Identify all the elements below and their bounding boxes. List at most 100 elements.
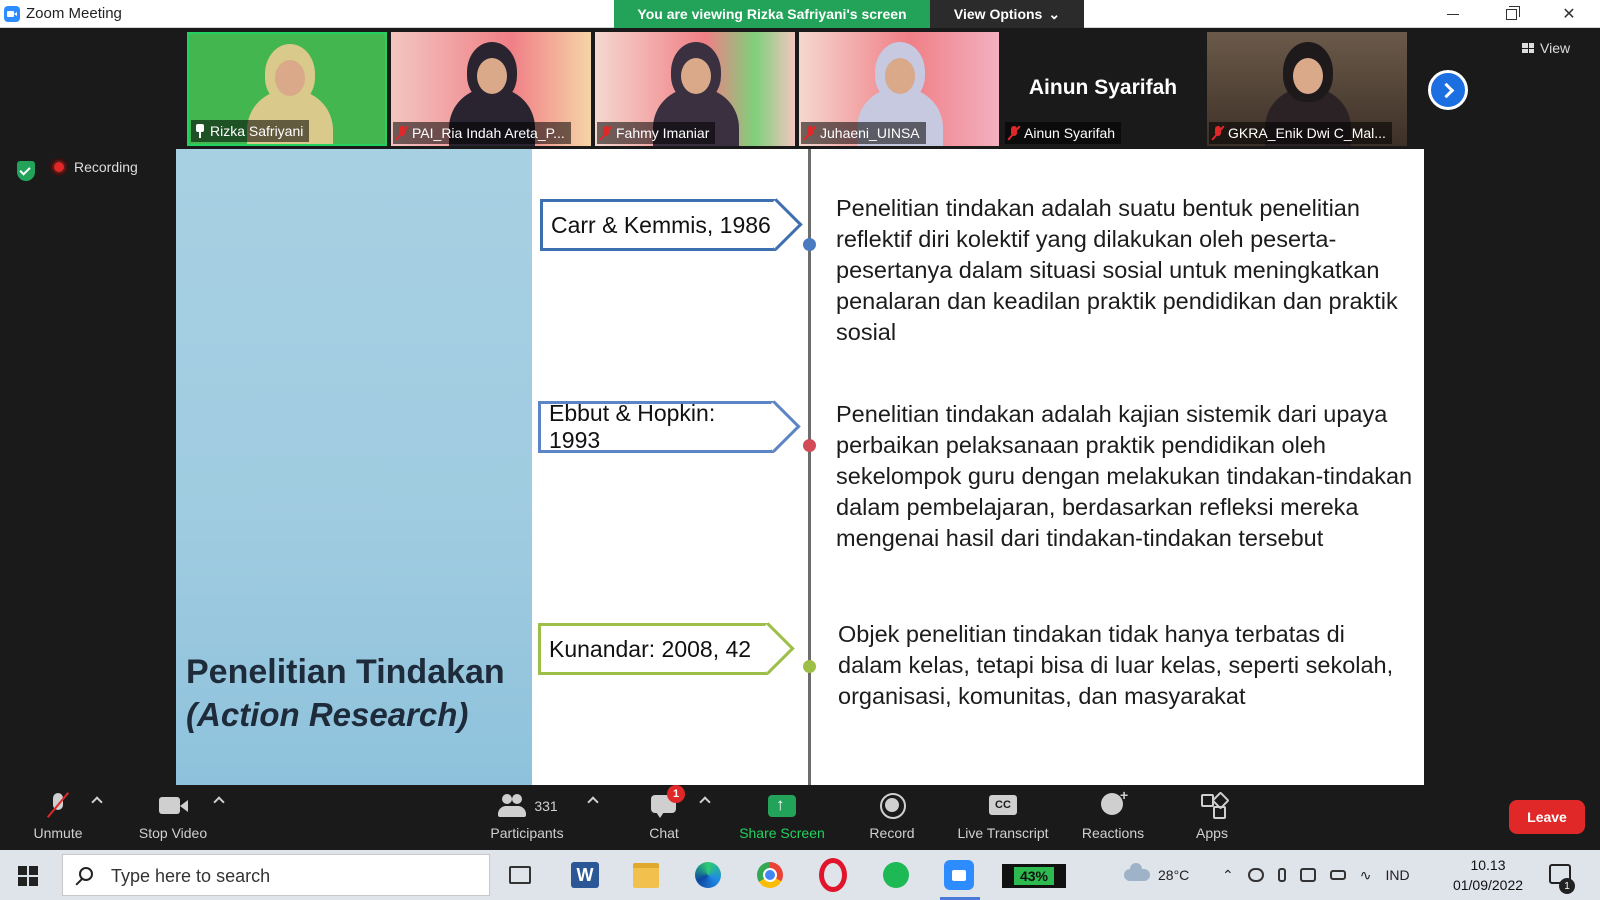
wifi-icon[interactable]: ∿ <box>1360 867 1372 884</box>
share-screen-button[interactable]: Share Screen <box>732 786 832 850</box>
opera-browser-icon[interactable] <box>815 857 851 893</box>
notification-count-badge: 1 <box>1559 878 1575 894</box>
participant-name: Rizka Safriyani <box>210 123 304 139</box>
participant-strip: Rizka Safriyani PAI_Ria Indah Areta_P... <box>187 32 1407 146</box>
participant-name-tag: Fahmy Imaniar <box>597 122 716 144</box>
reference-label: Ebbut & Hopkin: 1993 <box>549 400 716 453</box>
stop-video-label: Stop Video <box>138 825 208 841</box>
zoom-taskbar-icon[interactable] <box>944 860 974 890</box>
view-options-label: View Options <box>953 6 1043 22</box>
file-explorer-icon[interactable] <box>628 857 664 893</box>
security-shield-icon[interactable] <box>17 161 35 181</box>
search-icon <box>79 867 93 881</box>
microphone-icon[interactable] <box>1277 868 1286 882</box>
view-button-label: View <box>1540 40 1571 56</box>
definition-text: Penelitian tindakan adalah suatu bentuk … <box>836 195 1398 345</box>
definition-text: Penelitian tindakan adalah kajian sistem… <box>836 401 1413 551</box>
participants-button[interactable]: 331 Participants <box>484 786 570 850</box>
reactions-icon <box>1098 787 1128 819</box>
view-options-button[interactable]: View Options ⌄ <box>930 0 1084 28</box>
view-button[interactable]: View <box>1522 40 1570 56</box>
reference-box: Kunandar: 2008, 42 <box>538 623 768 675</box>
minimize-button[interactable] <box>1424 0 1482 28</box>
muted-mic-icon <box>397 126 407 140</box>
unmute-button[interactable]: Unmute <box>22 786 94 850</box>
participant-tile[interactable]: Rizka Safriyani <box>187 32 387 146</box>
participant-display-name: Ainun Syarifah <box>1028 76 1178 99</box>
restore-button[interactable] <box>1482 0 1540 28</box>
recording-indicator[interactable]: Recording <box>52 159 138 175</box>
next-participants-button[interactable] <box>1428 70 1468 110</box>
live-transcript-button[interactable]: Live Transcript <box>950 786 1056 850</box>
recording-label: Recording <box>74 159 138 175</box>
clock-time: 10.13 <box>1470 857 1506 873</box>
participant-name: Juhaeni_UINSA <box>820 125 920 141</box>
grid-icon <box>1522 43 1534 53</box>
search-placeholder: Type here to search <box>111 866 271 886</box>
unmute-label: Unmute <box>33 825 83 841</box>
meeting-area: Rizka Safriyani PAI_Ria Indah Areta_P... <box>0 28 1600 786</box>
battery-widget[interactable]: 43% <box>1002 864 1066 888</box>
spotify-app-icon[interactable] <box>878 857 914 893</box>
shared-screen-slide: Penelitian Tindakan (Action Research) Ca… <box>176 149 1424 785</box>
close-button[interactable]: ✕ <box>1540 0 1598 28</box>
chat-options-caret[interactable] <box>699 796 711 808</box>
battery-icon[interactable] <box>1329 870 1346 880</box>
timeline-dot <box>803 660 816 673</box>
apps-icon <box>1197 793 1227 819</box>
participant-name: GKRA_Enik Dwi C_Mal... <box>1228 125 1386 141</box>
windows-start-icon[interactable] <box>18 866 38 886</box>
chevron-down-icon: ⌄ <box>1048 5 1061 22</box>
onedrive-icon[interactable] <box>1247 868 1264 882</box>
taskbar-clock[interactable]: 10.13 01/09/2022 <box>1448 855 1528 895</box>
participant-tile[interactable]: PAI_Ria Indah Areta_P... <box>391 32 591 146</box>
reactions-button[interactable]: Reactions <box>1078 786 1148 850</box>
participant-tile[interactable]: Fahmy Imaniar <box>595 32 795 146</box>
weather-widget[interactable]: 28°C <box>1124 850 1189 900</box>
temperature: 28°C <box>1158 867 1190 883</box>
participant-name-tag: PAI_Ria Indah Areta_P... <box>393 122 571 144</box>
participants-options-caret[interactable] <box>587 796 599 808</box>
meeting-toolbar: Unmute Stop Video 331 Participants 1 Cha… <box>0 785 1600 850</box>
language-indicator[interactable]: IND <box>1385 867 1409 883</box>
participant-name-tag: Ainun Syarifah <box>1005 122 1122 144</box>
muted-mic-icon <box>1009 126 1019 140</box>
battery-percentage: 43% <box>1013 867 1055 885</box>
title-bar: Zoom Meeting You are viewing Rizka Safri… <box>0 0 1600 28</box>
chrome-browser-icon[interactable] <box>752 857 788 893</box>
record-button[interactable]: Record <box>862 786 922 850</box>
reference-box: Ebbut & Hopkin: 1993 <box>538 400 774 453</box>
minimize-icon <box>1447 13 1459 15</box>
chat-button[interactable]: 1 Chat <box>636 785 692 850</box>
slide-title-line1: Penelitian Tindakan <box>186 653 505 691</box>
record-label: Record <box>869 825 915 841</box>
reactions-label: Reactions <box>1081 825 1145 841</box>
edge-browser-icon[interactable] <box>690 857 726 893</box>
apps-label: Apps <box>1196 825 1228 841</box>
stop-video-button[interactable]: Stop Video <box>130 786 216 850</box>
live-transcript-label: Live Transcript <box>957 825 1049 841</box>
chat-unread-badge: 1 <box>667 785 685 803</box>
participants-icon <box>496 793 527 819</box>
word-app-icon[interactable]: W <box>571 862 599 888</box>
participant-name-tag: Juhaeni_UINSA <box>801 122 926 144</box>
chevron-right-icon <box>1438 82 1454 98</box>
participants-label: Participants <box>490 825 564 841</box>
participant-tile[interactable]: GKRA_Enik Dwi C_Mal... <box>1207 32 1407 146</box>
participant-name-tag: Rizka Safriyani <box>191 120 310 142</box>
participant-tile[interactable]: Juhaeni_UINSA <box>799 32 999 146</box>
closed-caption-icon <box>988 793 1018 819</box>
muted-mic-icon <box>805 126 815 140</box>
video-camera-icon <box>158 793 188 819</box>
participant-name-tag: GKRA_Enik Dwi C_Mal... <box>1209 122 1392 144</box>
screen-capture-icon[interactable] <box>1299 868 1316 882</box>
chevron-up-icon[interactable]: ⌃ <box>1222 867 1234 884</box>
task-view-icon[interactable] <box>502 857 538 893</box>
participant-tile[interactable]: Ainun Syarifah Ainun Syarifah <box>1003 32 1203 146</box>
definition-text: Objek penelitian tindakan tidak hanya te… <box>838 621 1394 709</box>
leave-button[interactable]: Leave <box>1509 800 1585 834</box>
reference-label: Carr & Kemmis, 1986 <box>551 211 771 238</box>
apps-button[interactable]: Apps <box>1190 786 1234 850</box>
taskbar-search-input[interactable]: Type here to search <box>62 854 490 896</box>
participant-name: PAI_Ria Indah Areta_P... <box>412 125 565 141</box>
